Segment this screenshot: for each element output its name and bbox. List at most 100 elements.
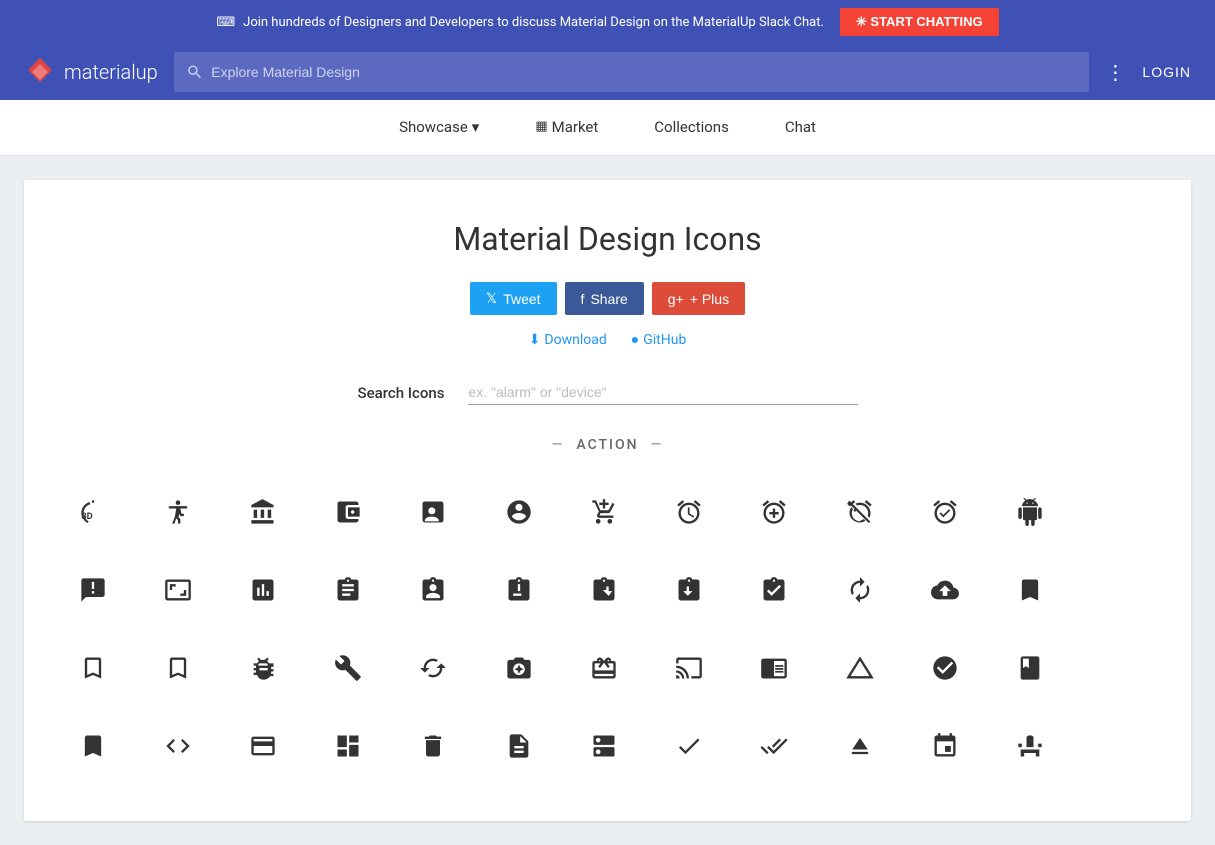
icon-search-input[interactable] xyxy=(468,380,857,405)
banner-text: Join hundreds of Designers and Developer… xyxy=(243,15,824,30)
search-icons-label: Search Icons xyxy=(358,384,445,402)
icon-card-giftcard[interactable] xyxy=(569,633,639,703)
action-links: ⬇ Download ● GitHub xyxy=(56,331,1159,348)
icon-3d-rotation[interactable]: 3D xyxy=(58,477,128,547)
icon-assignment-ind[interactable] xyxy=(398,555,468,625)
facebook-icon: f xyxy=(581,291,585,307)
chat-label: Chat xyxy=(785,118,816,136)
icon-event-seat[interactable] xyxy=(995,711,1065,781)
icon-build[interactable] xyxy=(313,633,383,703)
chevron-down-icon: ▾ xyxy=(472,118,480,136)
icon-backup[interactable] xyxy=(910,555,980,625)
page-title: Material Design Icons xyxy=(56,220,1159,258)
login-button[interactable]: LOGIN xyxy=(1142,64,1191,80)
navigation: Showcase ▾ ▦ Market Collections Chat xyxy=(0,100,1215,156)
facebook-share-button[interactable]: f Share xyxy=(565,282,644,315)
section-label: ACTION xyxy=(576,437,638,453)
icon-dns[interactable] xyxy=(569,711,639,781)
icon-add-shopping-cart[interactable] xyxy=(569,477,639,547)
icons-grid: 3D xyxy=(58,477,1158,781)
icon-assignment-late[interactable] xyxy=(484,555,554,625)
icon-assignment[interactable] xyxy=(313,555,383,625)
icon-done-all[interactable] xyxy=(739,711,809,781)
icon-alarm-add[interactable] xyxy=(739,477,809,547)
github-icon: ● xyxy=(631,331,639,348)
main-content: Material Design Icons 𝕏 Tweet f Share g+… xyxy=(0,156,1215,845)
nav-item-market[interactable]: ▦ Market xyxy=(527,100,606,155)
icon-delete[interactable] xyxy=(398,711,468,781)
search-icons-row: Search Icons xyxy=(358,380,858,405)
icon-check-circle[interactable] xyxy=(910,633,980,703)
icon-assignment-turned-in[interactable] xyxy=(739,555,809,625)
icon-chrome-reader-mode[interactable] xyxy=(739,633,809,703)
download-icon: ⬇ xyxy=(529,332,541,348)
icon-placeholder-4 xyxy=(1080,711,1150,781)
icon-alarm[interactable] xyxy=(654,477,724,547)
top-banner: ⌨ Join hundreds of Designers and Develop… xyxy=(0,0,1215,44)
icon-class[interactable] xyxy=(995,633,1065,703)
icon-description[interactable] xyxy=(484,711,554,781)
market-icon: ▦ xyxy=(535,119,547,134)
icon-account-circle[interactable] xyxy=(484,477,554,547)
icon-cached[interactable] xyxy=(398,633,468,703)
search-input[interactable] xyxy=(211,64,1077,80)
icon-android[interactable] xyxy=(995,477,1065,547)
icon-bookmark-filled[interactable] xyxy=(995,555,1065,625)
icon-account-box[interactable] xyxy=(398,477,468,547)
start-chatting-button[interactable]: ✳ START CHATTING xyxy=(840,8,999,36)
twitter-icon: 𝕏 xyxy=(486,290,497,307)
download-link[interactable]: ⬇ Download xyxy=(529,331,607,348)
github-link[interactable]: ● GitHub xyxy=(631,331,687,348)
icon-done[interactable] xyxy=(654,711,724,781)
icon-placeholder-3 xyxy=(1080,633,1150,703)
github-label: GitHub xyxy=(643,332,686,348)
icon-bookmark-outline[interactable] xyxy=(143,633,213,703)
icon-camera-enhance[interactable] xyxy=(484,633,554,703)
more-options-icon[interactable]: ⋮ xyxy=(1105,60,1126,84)
share-buttons: 𝕏 Tweet f Share g+ + Plus xyxy=(56,282,1159,315)
tweet-button[interactable]: 𝕏 Tweet xyxy=(470,282,557,315)
search-icon xyxy=(186,63,203,81)
icon-assignment-returned[interactable] xyxy=(654,555,724,625)
icon-dashboard[interactable] xyxy=(313,711,383,781)
share-label: Share xyxy=(590,291,627,307)
gplus-button[interactable]: g+ + Plus xyxy=(652,282,745,315)
icon-assignment-return[interactable] xyxy=(569,555,639,625)
gplus-icon: g+ xyxy=(668,291,684,307)
icon-alarm-on[interactable] xyxy=(910,477,980,547)
icon-cast[interactable] xyxy=(654,633,724,703)
icon-bookmark-border[interactable] xyxy=(58,633,128,703)
icon-autorenew[interactable] xyxy=(825,555,895,625)
section-header: ACTION xyxy=(56,437,1159,453)
icon-accessibility[interactable] xyxy=(143,477,213,547)
icon-event[interactable] xyxy=(910,711,980,781)
nav-item-chat[interactable]: Chat xyxy=(777,100,824,155)
banner-message: ⌨ Join hundreds of Designers and Develop… xyxy=(216,15,824,30)
icon-announcement[interactable] xyxy=(58,555,128,625)
search-bar[interactable] xyxy=(174,52,1090,92)
download-label: Download xyxy=(544,332,606,348)
showcase-label: Showcase xyxy=(399,118,468,136)
nav-item-showcase[interactable]: Showcase ▾ xyxy=(391,100,487,155)
nav-item-collections[interactable]: Collections xyxy=(646,100,737,155)
keyboard-icon: ⌨ xyxy=(216,15,235,30)
icon-aspect-ratio[interactable] xyxy=(143,555,213,625)
icon-bookmark-red[interactable] xyxy=(58,711,128,781)
header: materialup ⋮ LOGIN xyxy=(0,44,1215,100)
logo-icon xyxy=(24,56,56,88)
icon-eject[interactable] xyxy=(825,711,895,781)
icon-placeholder-1 xyxy=(1080,477,1150,547)
icon-account-balance-wallet[interactable] xyxy=(313,477,383,547)
icon-assessment[interactable] xyxy=(228,555,298,625)
tweet-label: Tweet xyxy=(503,291,540,307)
icon-triangle[interactable] xyxy=(825,633,895,703)
icon-code[interactable] xyxy=(143,711,213,781)
icon-alarm-off[interactable] xyxy=(825,477,895,547)
icon-credit-card[interactable] xyxy=(228,711,298,781)
icon-account-balance[interactable] xyxy=(228,477,298,547)
logo-text: materialup xyxy=(64,60,158,84)
collections-label: Collections xyxy=(654,118,729,136)
logo[interactable]: materialup xyxy=(24,56,158,88)
icon-bug-report[interactable] xyxy=(228,633,298,703)
plus-label: + Plus xyxy=(690,291,729,307)
